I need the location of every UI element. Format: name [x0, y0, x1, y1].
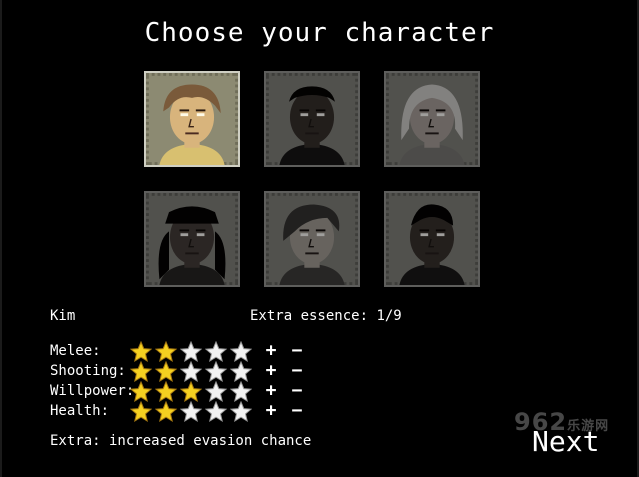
stat-row: Health: + − — [50, 400, 320, 423]
extra-essence-value: 1/9 — [376, 308, 402, 324]
stat-decrease-button[interactable]: − — [288, 360, 306, 381]
stat-increase-button[interactable]: + — [262, 360, 280, 381]
extra-essence: Extra essence: 1/9 — [250, 308, 402, 324]
star-empty-icon — [205, 341, 227, 363]
stat-name: Health: — [50, 403, 110, 419]
stat-stars — [130, 361, 255, 383]
star-filled-icon — [130, 381, 152, 403]
star-empty-icon — [180, 401, 202, 423]
extra-essence-label: Extra essence: — [250, 308, 369, 324]
star-filled-icon — [155, 361, 177, 383]
star-empty-icon — [230, 361, 252, 383]
stat-increase-button[interactable]: + — [262, 400, 280, 421]
stat-name: Willpower: — [50, 383, 135, 399]
stat-increase-button[interactable]: + — [262, 340, 280, 361]
portrait-1[interactable] — [144, 71, 240, 167]
stat-name: Melee: — [50, 343, 101, 359]
portrait-3[interactable] — [384, 71, 480, 167]
star-empty-icon — [230, 341, 252, 363]
stat-increase-button[interactable]: + — [262, 380, 280, 401]
star-empty-icon — [205, 381, 227, 403]
portrait-4[interactable] — [144, 191, 240, 287]
character-name: Kim — [50, 308, 76, 324]
star-filled-icon — [130, 341, 152, 363]
star-empty-icon — [230, 401, 252, 423]
next-button[interactable]: Next — [532, 425, 599, 458]
star-empty-icon — [180, 341, 202, 363]
character-select-screen: Choose your character Kim Extra essence:… — [0, 0, 639, 477]
stat-decrease-button[interactable]: − — [288, 400, 306, 421]
portrait-face-icon — [266, 193, 358, 285]
portrait-face-icon — [386, 73, 478, 165]
portrait-5[interactable] — [264, 191, 360, 287]
star-filled-icon — [130, 401, 152, 423]
star-empty-icon — [180, 361, 202, 383]
stat-decrease-button[interactable]: − — [288, 340, 306, 361]
portrait-face-icon — [146, 73, 238, 165]
stat-stars — [130, 401, 255, 423]
star-empty-icon — [205, 401, 227, 423]
stat-name: Shooting: — [50, 363, 126, 379]
stat-stars — [130, 341, 255, 363]
star-filled-icon — [180, 381, 202, 403]
star-empty-icon — [230, 381, 252, 403]
star-filled-icon — [155, 341, 177, 363]
stat-stars — [130, 381, 255, 403]
extra-ability-text: Extra: increased evasion chance — [50, 433, 312, 449]
portrait-face-icon — [266, 73, 358, 165]
portrait-6[interactable] — [384, 191, 480, 287]
star-filled-icon — [155, 381, 177, 403]
portrait-face-icon — [386, 193, 478, 285]
screen-title: Choose your character — [144, 18, 495, 48]
star-filled-icon — [155, 401, 177, 423]
star-empty-icon — [205, 361, 227, 383]
portrait-2[interactable] — [264, 71, 360, 167]
star-filled-icon — [130, 361, 152, 383]
portrait-face-icon — [146, 193, 238, 285]
stat-decrease-button[interactable]: − — [288, 380, 306, 401]
